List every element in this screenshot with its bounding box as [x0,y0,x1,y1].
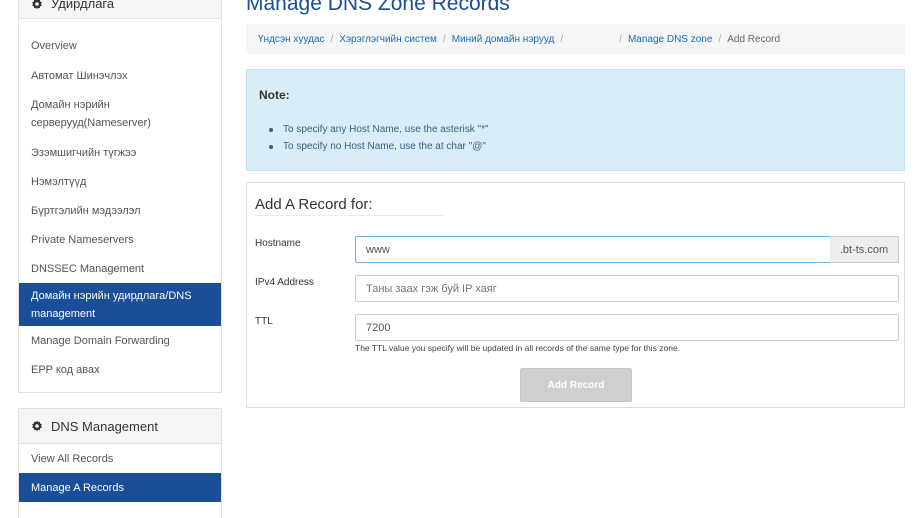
page-title: Manage DNS Zone Records [246,0,510,15]
bullet-icon [269,127,273,132]
breadcrumb-my-domains[interactable]: Миний домайн нэрууд [452,34,555,45]
breadcrumb-separator: / [560,33,564,45]
sidebar-item-label: Overview [31,40,77,52]
note-title: Note: [259,88,290,102]
sidebar-item-label: Manage A Records [31,481,124,494]
sidebar-panel-dns: DNS Management View All Records Manage A … [18,408,222,518]
sidebar-item-overview[interactable]: Overview [19,19,221,61]
ipv4-input[interactable] [355,275,899,302]
note-item: To specify no Host Name, use the at char… [269,141,489,152]
sidebar-item-dns-management[interactable]: Домайн нэрийн удирдлага/DNS management [19,283,221,326]
breadcrumb-manage-dns-zone[interactable]: Manage DNS zone [628,34,713,45]
breadcrumb-separator: / [442,33,446,45]
sidebar-panel-management: Удирдлага Overview Автомат Шинэчлэх Домайн… [18,0,222,393]
add-record-button[interactable]: Add Record [520,368,632,402]
ttl-input[interactable] [355,314,899,341]
sidebar-panel-header: Удирдлага [19,0,221,19]
domain-suffix: .bt-ts.com [830,236,899,263]
add-record-form: Add A Record for: Hostname .bt-ts.com IP… [246,182,905,408]
sidebar-item-label: Автомат Шинэчлэх [31,69,128,82]
sidebar-item-manage-a-records[interactable]: Manage A Records [19,473,221,502]
breadcrumb-client-area[interactable]: Хэрэглэгчийн систем [339,34,437,45]
breadcrumb-home[interactable]: Үндсэн хуудас [258,34,325,45]
breadcrumb-separator: / [330,33,334,45]
sidebar-item-contact-info[interactable]: Бүртгэлийн мэдээлэл [19,196,221,225]
sidebar-item-dnssec[interactable]: DNSSEC Management [19,254,221,283]
hostname-label: Hostname [255,238,301,249]
breadcrumb-separator: / [718,33,722,45]
sidebar-item-auto-renew[interactable]: Автомат Шинэчлэх [19,61,221,90]
sidebar-item-label: DNSSEC Management [31,262,145,275]
sidebar-item-epp-code[interactable]: EPP код авах [19,355,221,384]
sidebar-item-view-all-records[interactable]: View All Records [19,444,221,473]
sidebar-item-label: Manage Domain Forwarding [31,334,170,347]
note-item-text: To specify any Host Name, use the asteri… [283,124,489,135]
sidebar-panel-title: Удирдлага [51,0,115,11]
breadcrumb-add-record: Add Record [727,33,781,45]
breadcrumb-separator: / [619,33,622,45]
sidebar-item-label: Нэмэлтүүд [31,175,87,188]
gear-icon [31,420,43,432]
ttl-label: TTL [255,316,273,327]
gear-icon [31,0,43,10]
sidebar-panel-header: DNS Management [19,409,221,444]
sidebar-item-domain-forwarding[interactable]: Manage Domain Forwarding [19,326,221,355]
breadcrumb: Үндсэн хуудас / Хэрэглэгчийн систем / Ми… [246,24,905,54]
sidebar-item-label: EPP код авах [31,363,100,376]
sidebar-item-nameservers[interactable]: Домайн нэрийн серверууд(Nameserver) [19,90,221,138]
ttl-help-text: The TTL value you specify will be update… [355,343,681,353]
sidebar-panel-title: DNS Management [51,418,158,434]
sidebar-item-label: Эзэмшигчийн түгжээ [31,146,137,159]
hostname-input[interactable] [355,236,831,263]
sidebar-item-label: Private Nameservers [31,233,134,246]
sidebar-item-label: Домайн нэрийн удирдлага/DNS management [31,289,192,320]
note-box: Note: To specify any Host Name, use the … [246,69,905,171]
sidebar-item-label: Бүртгэлийн мэдээлэл [31,204,141,217]
ipv4-label: IPv4 Address [255,277,314,288]
bullet-icon [269,144,273,149]
sidebar-item-label: View All Records [31,452,114,465]
note-list: To specify any Host Name, use the asteri… [269,124,489,158]
sidebar-item-private-nameservers[interactable]: Private Nameservers [19,225,221,254]
sidebar-item-registrar-lock[interactable]: Эзэмшигчийн түгжээ [19,138,221,167]
form-title: Add A Record for: [255,196,373,213]
note-item-text: To specify no Host Name, use the at char… [283,141,486,152]
note-item: To specify any Host Name, use the asteri… [269,124,489,135]
sidebar-item-label: Домайн нэрийн серверууд(Nameserver) [31,99,151,129]
form-title-divider [255,215,445,216]
sidebar-item-addons[interactable]: Нэмэлтүүд [19,167,221,196]
